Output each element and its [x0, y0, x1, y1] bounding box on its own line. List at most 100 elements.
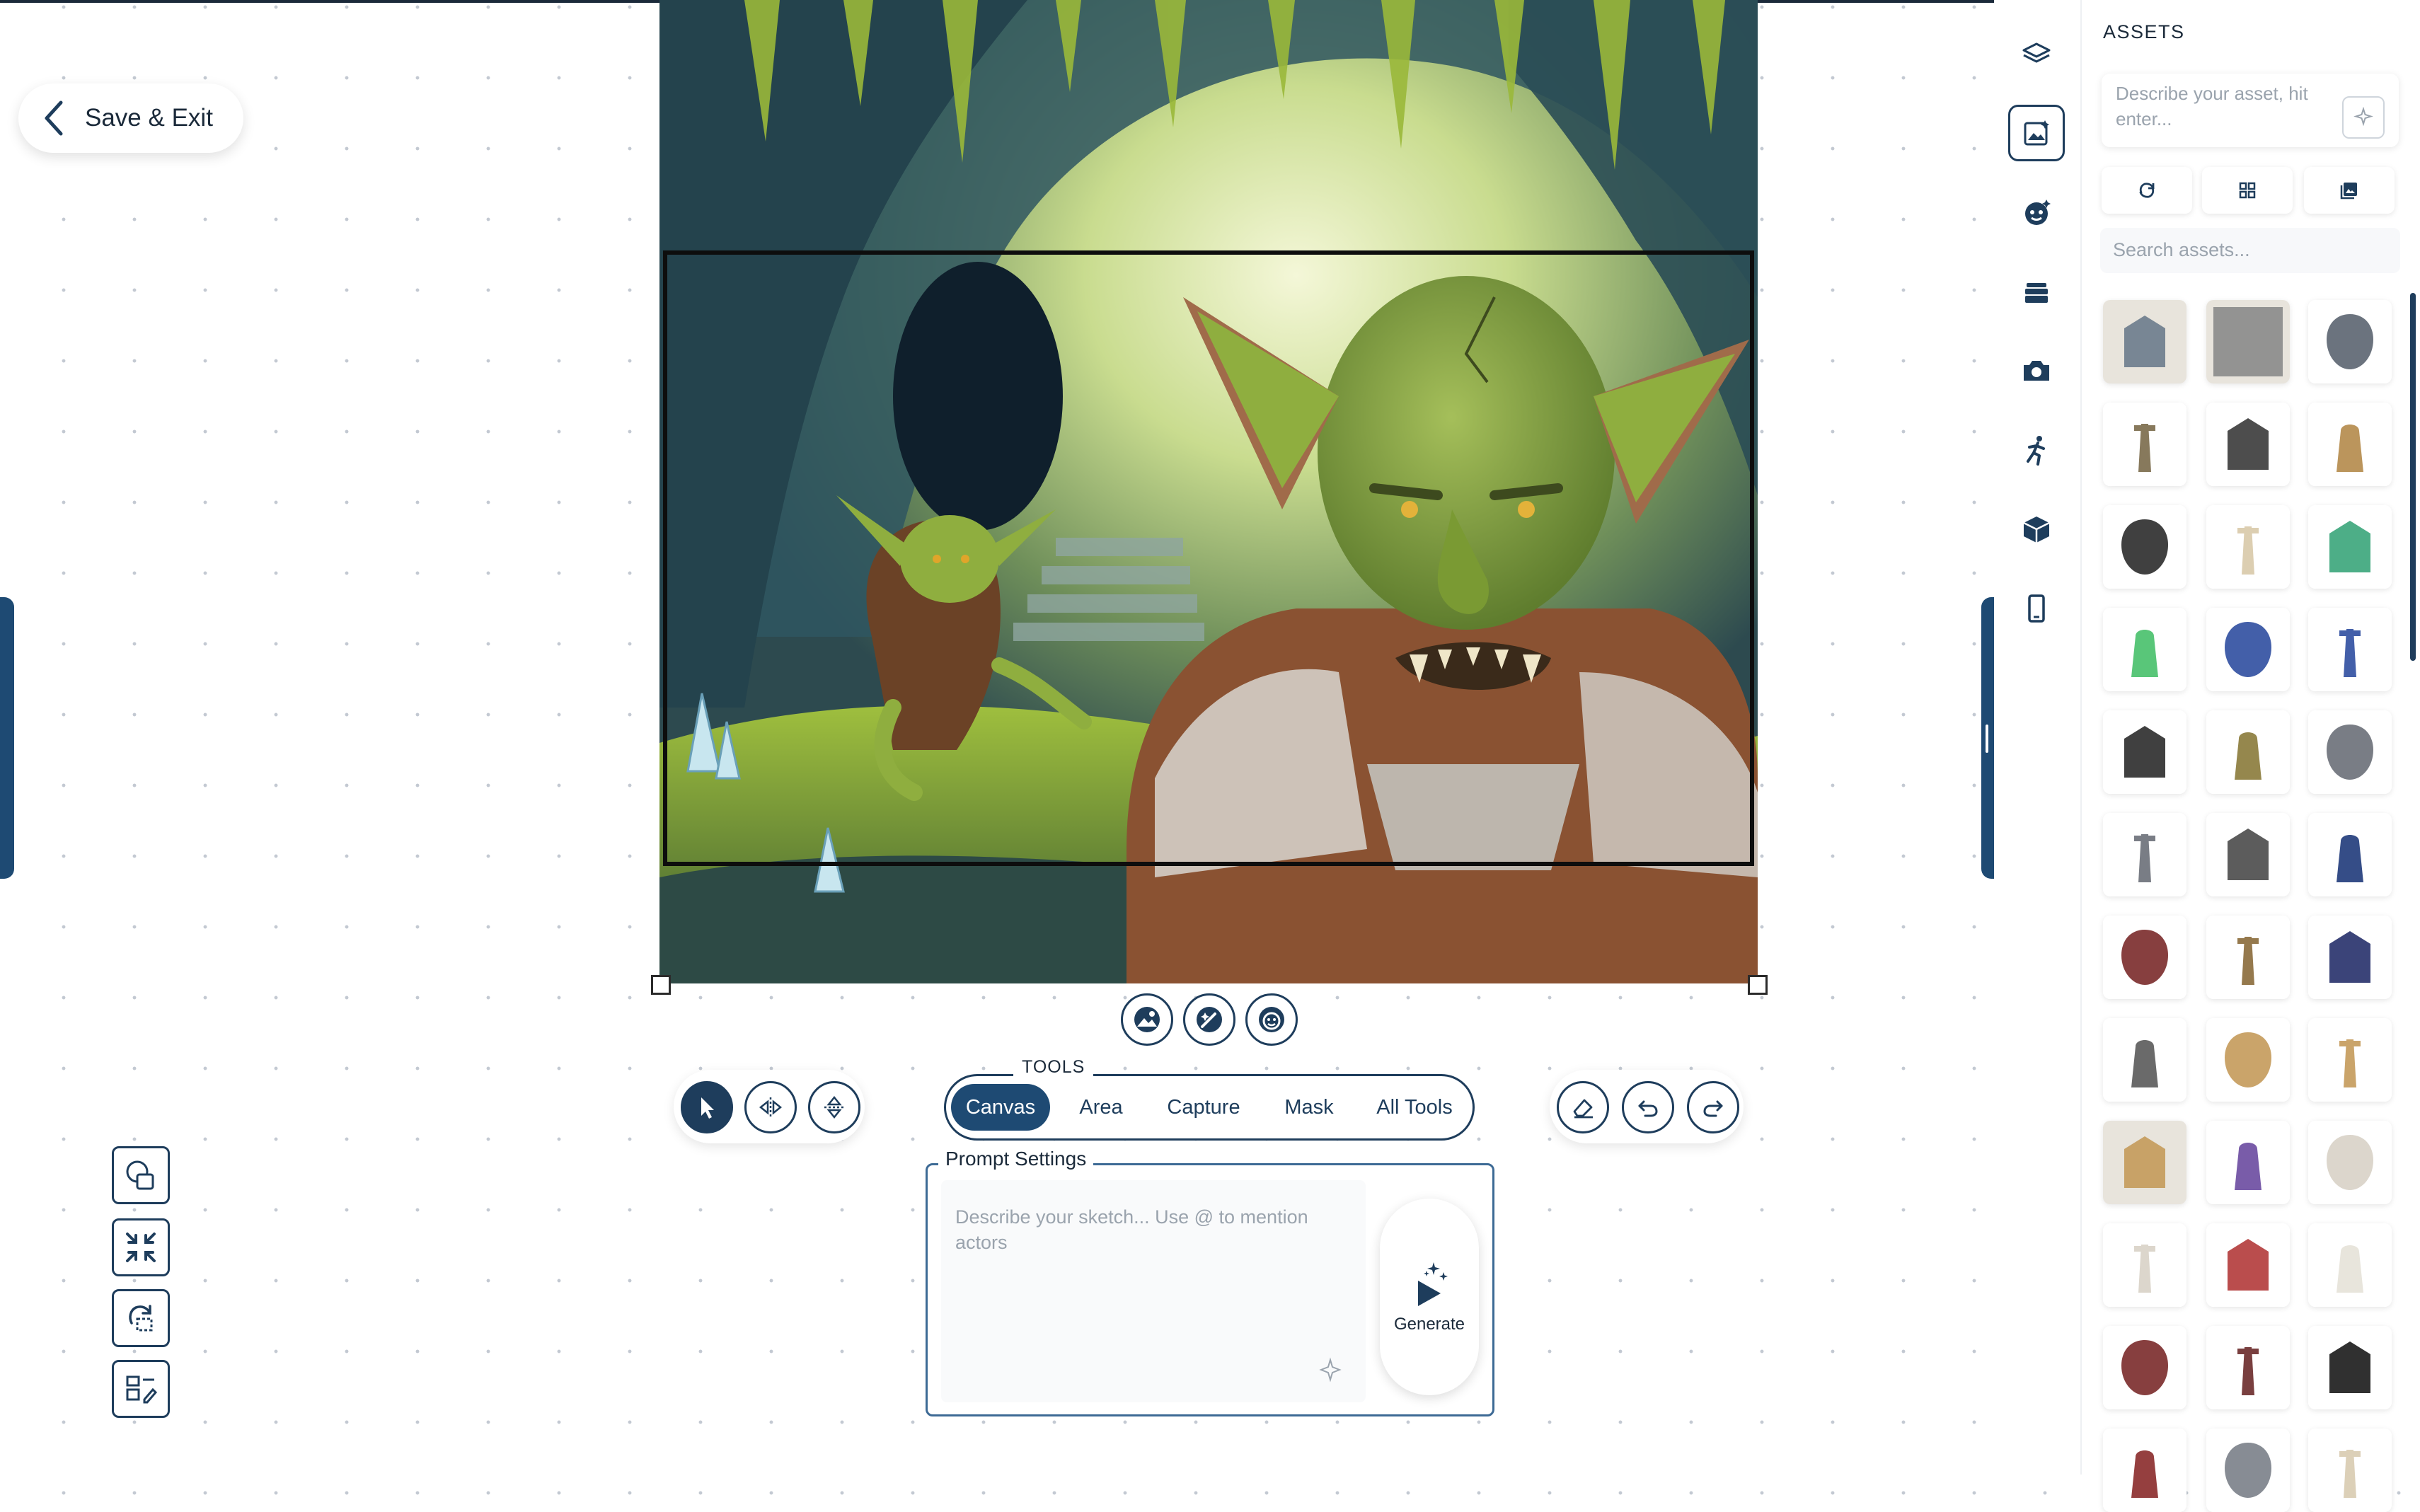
- mech-asset: [2308, 403, 2392, 486]
- asset-tile[interactable]: [2206, 608, 2290, 691]
- asset-tile[interactable]: [2308, 1018, 2392, 1102]
- sheep-asset: [2103, 1223, 2186, 1307]
- rail-pose[interactable]: [2008, 422, 2065, 478]
- rail-camera[interactable]: [2008, 342, 2065, 399]
- gray-texture-asset: [2206, 300, 2290, 383]
- asset-tile[interactable]: [2308, 1326, 2392, 1409]
- asset-tile[interactable]: [2103, 1223, 2186, 1307]
- grid-icon: [2239, 182, 2256, 199]
- flip-vertical-button[interactable]: [808, 1081, 860, 1133]
- asset-grid-button[interactable]: [2202, 167, 2293, 214]
- rail-mobile[interactable]: [2008, 580, 2065, 637]
- asset-tile[interactable]: [2103, 1429, 2186, 1512]
- image-background-icon: [1134, 1007, 1160, 1032]
- asset-tile[interactable]: [2308, 1121, 2392, 1204]
- asset-tile[interactable]: [2308, 608, 2392, 691]
- assets-title: ASSETS: [2103, 21, 2185, 42]
- tab-capture[interactable]: Capture: [1152, 1084, 1255, 1131]
- cursor-tool-button[interactable]: [681, 1081, 733, 1133]
- refresh-area-button[interactable]: [112, 1289, 170, 1347]
- asset-tile[interactable]: [2103, 1326, 2186, 1409]
- compress-button[interactable]: [112, 1218, 170, 1276]
- asset-refresh-button[interactable]: [2102, 167, 2192, 214]
- white-goat-asset: [2308, 1121, 2392, 1204]
- asset-tile[interactable]: [2206, 505, 2290, 589]
- tab-mask[interactable]: Mask: [1267, 1084, 1352, 1131]
- grip-handle: [1986, 725, 1988, 753]
- asset-tile[interactable]: [2308, 505, 2392, 589]
- lifedev-badge-2-asset: [2308, 608, 2392, 691]
- asset-tile[interactable]: [2103, 505, 2186, 589]
- rail-assets[interactable]: [2008, 105, 2065, 161]
- resize-handle-bottom-right[interactable]: [1748, 975, 1768, 995]
- lifedev-logo-asset: [2308, 505, 2392, 589]
- rail-3d[interactable]: [2008, 501, 2065, 558]
- asset-tile[interactable]: [2308, 1223, 2392, 1307]
- asset-tile[interactable]: [2103, 608, 2186, 691]
- sword-asset: [2103, 813, 2186, 896]
- cursor-icon: [701, 1097, 714, 1119]
- rail-layers[interactable]: [2008, 25, 2065, 82]
- asset-tile[interactable]: [2308, 1429, 2392, 1512]
- asset-tile[interactable]: [2103, 916, 2186, 999]
- asset-tile[interactable]: [2103, 300, 2186, 383]
- eraser-icon: [1573, 1099, 1593, 1119]
- asset-tile[interactable]: [2206, 1223, 2290, 1307]
- asset-tile[interactable]: [2103, 813, 2186, 896]
- tab-area[interactable]: Area: [1061, 1084, 1141, 1131]
- tab-canvas[interactable]: Canvas: [951, 1084, 1050, 1131]
- red-guitar-asset: [2103, 916, 2186, 999]
- assets-scrollbar[interactable]: [2410, 293, 2416, 661]
- sparkle-icon[interactable]: [1318, 1357, 1343, 1383]
- asset-tile[interactable]: [2103, 710, 2186, 794]
- asset-gallery-button[interactable]: [2304, 167, 2395, 214]
- character-button[interactable]: [1245, 993, 1298, 1046]
- asset-tile[interactable]: [2308, 710, 2392, 794]
- asset-tile[interactable]: [2308, 916, 2392, 999]
- rail-characters[interactable]: [2008, 184, 2065, 241]
- layout-edit-icon: [126, 1375, 158, 1404]
- caped-sheep-asset: [2206, 1223, 2290, 1307]
- generate-button[interactable]: Generate: [1380, 1199, 1479, 1395]
- asset-tile[interactable]: [2206, 813, 2290, 896]
- sparkle-icon: [2353, 107, 2373, 127]
- save-exit-button[interactable]: Save & Exit: [18, 83, 243, 153]
- cathedral-asset: [2206, 813, 2290, 896]
- resize-handle-bottom-left[interactable]: [651, 975, 671, 995]
- asset-tile[interactable]: [2103, 403, 2186, 486]
- stack-icon: [2025, 283, 2048, 303]
- canvas-image[interactable]: [659, 0, 1758, 983]
- lifedev-badge-asset: [2206, 608, 2290, 691]
- magic-edit-button[interactable]: [1183, 993, 1235, 1046]
- asset-tile[interactable]: [2103, 1018, 2186, 1102]
- asset-tile[interactable]: [2206, 710, 2290, 794]
- left-panel-toggle[interactable]: [0, 597, 14, 879]
- asset-tile[interactable]: [2206, 300, 2290, 383]
- asset-tile[interactable]: [2206, 1018, 2290, 1102]
- asset-tile[interactable]: [2206, 916, 2290, 999]
- asset-tile[interactable]: [2308, 813, 2392, 896]
- asset-tile[interactable]: [2206, 403, 2290, 486]
- redo-button[interactable]: [1687, 1081, 1739, 1133]
- flip-horizontal-button[interactable]: [744, 1081, 797, 1133]
- layout-edit-button[interactable]: [112, 1360, 170, 1418]
- asset-tile[interactable]: [2206, 1121, 2290, 1204]
- camel-desert-asset: [2103, 1121, 2186, 1204]
- shield-asset: [2308, 710, 2392, 794]
- redo-icon: [1703, 1100, 1723, 1117]
- asset-tile[interactable]: [2308, 300, 2392, 383]
- asset-tile[interactable]: [2308, 403, 2392, 486]
- asset-generate-button[interactable]: [2342, 96, 2385, 139]
- prompt-settings-label: Prompt Settings: [938, 1148, 1094, 1170]
- tab-all-tools[interactable]: All Tools: [1363, 1084, 1466, 1131]
- shapes-button[interactable]: [112, 1146, 170, 1204]
- undo-button[interactable]: [1622, 1081, 1674, 1133]
- plate-asset: [2308, 1429, 2392, 1512]
- eraser-button[interactable]: [1557, 1081, 1609, 1133]
- image-background-button[interactable]: [1121, 993, 1173, 1046]
- rail-stack[interactable]: [2008, 263, 2065, 320]
- asset-tile[interactable]: [2206, 1429, 2290, 1512]
- asset-tile[interactable]: [2103, 1121, 2186, 1204]
- iron-gate-asset: [2308, 300, 2392, 383]
- asset-tile[interactable]: [2206, 1326, 2290, 1409]
